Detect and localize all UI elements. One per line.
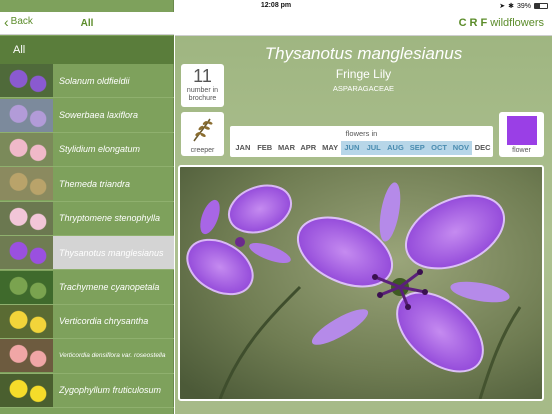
brochure-number-box: 11 number in brochure <box>181 64 224 107</box>
plant-list: Solanum oldfieldii Sowerbaea laxiflora Sty… <box>0 64 174 408</box>
list-item[interactable]: Themeda triandra <box>0 167 174 202</box>
nav-title: All <box>80 18 94 29</box>
yellow-feather-flowers-thumbnail <box>0 304 53 338</box>
flowering-months: flowers in JAN FEB MAR APR MAY JUN JUL AUG SEP OC… <box>230 126 493 157</box>
list-item[interactable]: Zygophyllum fruticulosum <box>0 373 174 408</box>
plant-photo[interactable] <box>178 165 544 401</box>
fringe-lily-photo <box>180 167 542 399</box>
month-may: MAY <box>322 143 339 152</box>
left-nav-bar: ‹ Back All <box>0 12 174 35</box>
list-item-label: Thryptomene stenophylla <box>59 213 161 224</box>
plant-list-panel: ‹ Back All All Solanum oldfieldii Sowerba… <box>0 0 174 414</box>
scientific-name: Thysanotus manglesianus <box>264 44 463 63</box>
flower-color-label: flower <box>512 147 531 154</box>
pink-white-shrub-thumbnail <box>0 201 53 235</box>
month-mar: MAR <box>277 143 296 152</box>
flower-color-swatch <box>506 116 537 145</box>
pink-feather-flowers-thumbnail <box>0 339 53 373</box>
lilac-flower-clusters-thumbnail <box>0 98 53 132</box>
flowering-title: flowers in <box>345 129 378 138</box>
list-item[interactable]: Verticordia densiflora var. roseostella <box>0 339 174 374</box>
grass-seed-heads-thumbnail <box>0 167 53 201</box>
list-item-label: Themeda triandra <box>59 178 131 189</box>
month-sep: SEP <box>406 141 429 155</box>
purple-star-flowers-thumbnail <box>0 64 53 98</box>
list-item[interactable]: Solanum oldfieldii <box>0 64 174 99</box>
list-item-label: Verticordia densiflora var. roseostella <box>59 352 166 360</box>
family-name: ASPARAGACEAE <box>332 84 395 93</box>
month-oct: OCT <box>428 141 450 155</box>
battery-icon <box>534 3 548 9</box>
bluetooth-icon: ✱ <box>508 3 514 10</box>
list-item[interactable]: Verticordia chrysantha <box>0 304 174 340</box>
list-item-label: Sowerbaea laxiflora <box>59 110 139 121</box>
month-feb: FEB <box>257 143 273 152</box>
creeper-icon <box>192 118 212 142</box>
yellow-flower-thumbnail <box>0 373 53 407</box>
list-item[interactable]: Thryptomene stenophylla <box>0 201 174 236</box>
plant-detail-panel: CRFwildflowers Thysanotus manglesianus F… <box>175 12 552 414</box>
right-nav-bar: CRFwildflowers <box>175 12 552 36</box>
common-name: Fringe Lily <box>335 67 392 81</box>
month-nov: NOV <box>449 141 472 155</box>
flower-color-box[interactable]: flower <box>499 112 544 157</box>
list-item[interactable]: Trachymene cyanopetala <box>0 270 174 305</box>
list-section-header: All <box>0 36 174 64</box>
month-jul: JUL <box>362 141 385 155</box>
battery-percent: 39% <box>516 2 531 10</box>
crf-wildflowers-logo: CRFwildflowers <box>458 17 544 29</box>
habit-label: creeper <box>190 147 215 154</box>
list-item[interactable]: Stylidium elongatum <box>0 132 174 168</box>
list-item-label: Trachymene cyanopetala <box>59 282 160 293</box>
pink-trigger-plant-thumbnail <box>0 132 53 166</box>
list-item-label: Thysanotus manglesianus <box>59 247 164 258</box>
list-item-label: Verticordia chrysantha <box>59 316 149 327</box>
month-jun: JUN <box>340 141 363 155</box>
list-item[interactable]: Thysanotus manglesianus <box>0 235 174 271</box>
list-item[interactable]: Sowerbaea laxiflora <box>0 98 174 133</box>
list-item-label: Zygophyllum fruticulosum <box>59 385 162 396</box>
brochure-label: number in brochure <box>186 87 219 102</box>
month-jan: JAN <box>235 143 251 152</box>
month-aug: AUG <box>384 141 407 155</box>
green-leaves-thumbnail <box>0 270 53 304</box>
location-icon: ➤ <box>499 3 506 10</box>
fringe-lily-thumbnail <box>0 236 53 270</box>
list-item-label: Solanum oldfieldii <box>59 75 130 86</box>
list-item-label: Stylidium elongatum <box>59 144 141 155</box>
month-apr: APR <box>300 143 317 152</box>
brochure-number: 11 <box>193 66 212 86</box>
habit-box[interactable]: creeper <box>181 112 224 156</box>
month-dec: DEC <box>474 143 491 152</box>
